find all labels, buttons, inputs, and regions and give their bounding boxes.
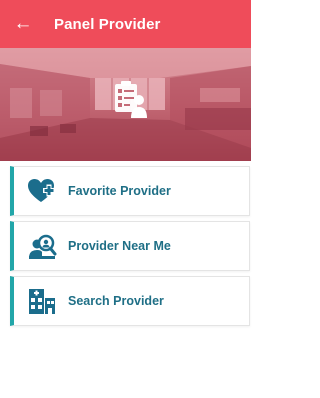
arrow-left-icon: ←: [13, 13, 33, 34]
favorite-provider-item[interactable]: Favorite Provider: [10, 166, 250, 216]
search-provider-item[interactable]: Search Provider: [10, 276, 250, 326]
provider-near-me-label: Provider Near Me: [68, 239, 171, 253]
back-button[interactable]: ←: [0, 0, 46, 48]
page-title: Panel Provider: [54, 15, 161, 33]
hospital-building-icon: [27, 286, 57, 316]
provider-menu: Favorite Provider Provider Near Me Searc…: [10, 166, 250, 331]
app-bar: ← Panel Provider: [0, 0, 251, 48]
banner-image: [0, 48, 251, 161]
header-banner: [0, 48, 251, 161]
provider-near-me-item[interactable]: Provider Near Me: [10, 221, 250, 271]
favorite-provider-label: Favorite Provider: [68, 184, 171, 198]
search-person-icon: [27, 231, 57, 261]
search-provider-label: Search Provider: [68, 294, 164, 308]
heart-plus-icon: [27, 176, 57, 206]
